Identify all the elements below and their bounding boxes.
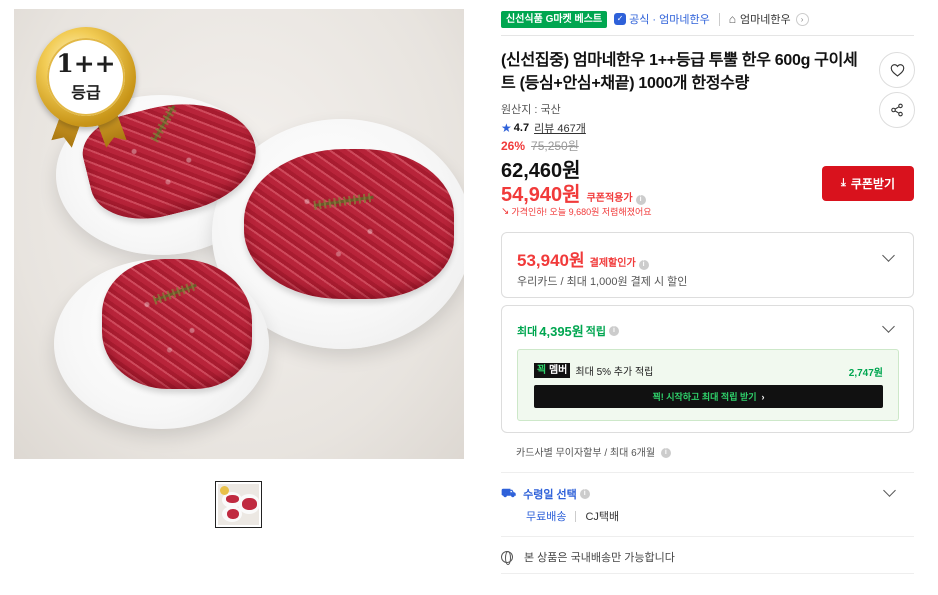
shop-name: 엄마네한우 [740,14,791,26]
membership-tag-a: 꾁 [537,365,547,376]
best-badge: 신선식품 G마켓 베스트 [501,10,608,28]
grade-badge-top: 1++ [56,49,116,78]
download-icon: ⤓ [840,177,846,189]
origin-info: 원산지 : 국산 [501,104,561,116]
courier-name: CJ택배 [585,511,620,523]
original-price: 75,250원 [531,139,579,153]
product-main-image[interactable]: 1++ 등급 [14,9,464,459]
share-button[interactable] [879,92,915,128]
points-prefix: 최대 [517,325,538,338]
membership-button-label: 꾁! 시작하고 최대 적립 받기 [652,392,757,402]
coupon-button-label: 쿠폰받기 [850,177,896,191]
installment-info: 카드사별 무이자할부 / 최대 6개월 i [516,444,671,459]
chevron-right-icon: › [761,391,765,402]
truck-icon: ⛟ [501,486,517,500]
info-icon[interactable]: i [579,489,590,499]
star-icon: ★ [501,121,512,135]
wishlist-button[interactable] [879,52,915,88]
delivery-date-select[interactable]: ⛟ 수령일 선택 i [501,486,590,502]
divider [501,35,914,36]
payment-discount-price: 53,940원 [517,251,585,270]
divider [501,472,914,473]
shield-check-icon: ✓ [614,13,627,25]
official-label: 공식 · 엄마네한우 [629,14,710,26]
payment-discount-detail: 우리카드 / 최대 1,000원 결제 시 할인 [517,276,688,288]
payment-discount-panel[interactable]: 53,940원 결제할인가 i 우리카드 / 최대 1,000원 결제 시 할인 [501,232,914,298]
chevron-down-icon[interactable] [882,320,895,333]
info-icon[interactable]: i [635,195,646,205]
rating-score: 4.7 [513,122,530,134]
official-store-link[interactable]: ✓ 공식 · 엄마네한우 [614,11,710,27]
heart-icon [890,64,904,77]
discount-rate: 26% [501,138,526,153]
grade-badge-bottom: 등급 [71,85,101,102]
domestic-note-text: 본 상품은 국내배송만 가능합니다 [524,552,675,564]
globe-icon [501,551,513,565]
product-title: (신선집중) 엄마네한우 1++등급 투뿔 한우 600g 구이세트 (등심+안… [501,52,858,92]
divider [501,536,914,537]
beef-steak-image [102,259,252,389]
points-header[interactable]: 최대 4,395원 적립 i [517,321,619,340]
info-icon[interactable]: i [609,325,619,336]
divider [718,12,720,26]
share-icon [891,103,903,117]
membership-points: 2,747원 [848,368,883,379]
shipping-info: 무료배송 CJ택배 [526,508,619,524]
installment-text: 카드사별 무이자할부 / 최대 6개월 [516,448,656,459]
seller-row: 신선식품 G마켓 베스트 ✓ 공식 · 엄마네한우 ⌂ 엄마네한우 › [501,10,914,28]
coupon-price-row: 54,940원 쿠폰적용가 i [501,178,646,207]
home-icon: ⌂ [728,12,737,26]
chevron-down-icon[interactable] [882,249,895,262]
review-link[interactable]: 리뷰 467개 [534,120,586,136]
price-drop-text: 가격인하! 오늘 9,680원 저렴해졌어요 [511,207,652,217]
chevron-down-icon[interactable] [883,484,896,497]
membership-promo: 꾁 멤버 최대 5% 추가 적립 2,747원 꾁! 시작하고 최대 적립 받기… [517,349,899,421]
chevron-right-icon: › [795,12,809,26]
points-amount: 4,395원 [539,324,584,339]
grade-badge: 1++ 등급 [36,27,136,127]
free-shipping: 무료배송 [526,511,567,523]
beef-steak-image [244,149,454,299]
rating-row: ★ 4.7 리뷰 467개 [501,120,586,136]
shop-link[interactable]: ⌂ 엄마네한우 › [729,11,809,27]
membership-tag-b: 멤버 [548,365,568,376]
info-icon[interactable]: i [660,448,671,459]
product-thumbnail[interactable] [215,481,262,528]
divider [575,510,577,522]
membership-start-button[interactable]: 꾁! 시작하고 최대 적립 받기 › [534,385,883,408]
membership-tag: 꾁 멤버 [534,363,571,378]
coupon-download-button[interactable]: ⤓ 쿠폰받기 [822,166,914,201]
info-icon[interactable]: i [638,260,649,270]
arrow-down-icon: ↘ [501,206,510,217]
points-panel: 최대 4,395원 적립 i 꾁 멤버 최대 5% 추가 적립 2,747원 꾁… [501,305,914,433]
domestic-shipping-note: 본 상품은 국내배송만 가능합니다 [501,549,675,565]
coupon-price-label: 쿠폰적용가 [586,193,633,204]
price-drop-note: ↘ 가격인하! 오늘 9,680원 저렴해졌어요 [501,205,652,218]
payment-discount-label: 결제할인가 [589,258,636,269]
discount-row: 26% 75,250원 [501,137,579,154]
coupon-price: 54,940원 [501,184,581,206]
divider [501,573,914,574]
delivery-title: 수령일 선택 [523,489,577,501]
membership-desc: 최대 5% 추가 적립 [575,367,654,378]
points-suffix: 적립 [585,325,606,338]
